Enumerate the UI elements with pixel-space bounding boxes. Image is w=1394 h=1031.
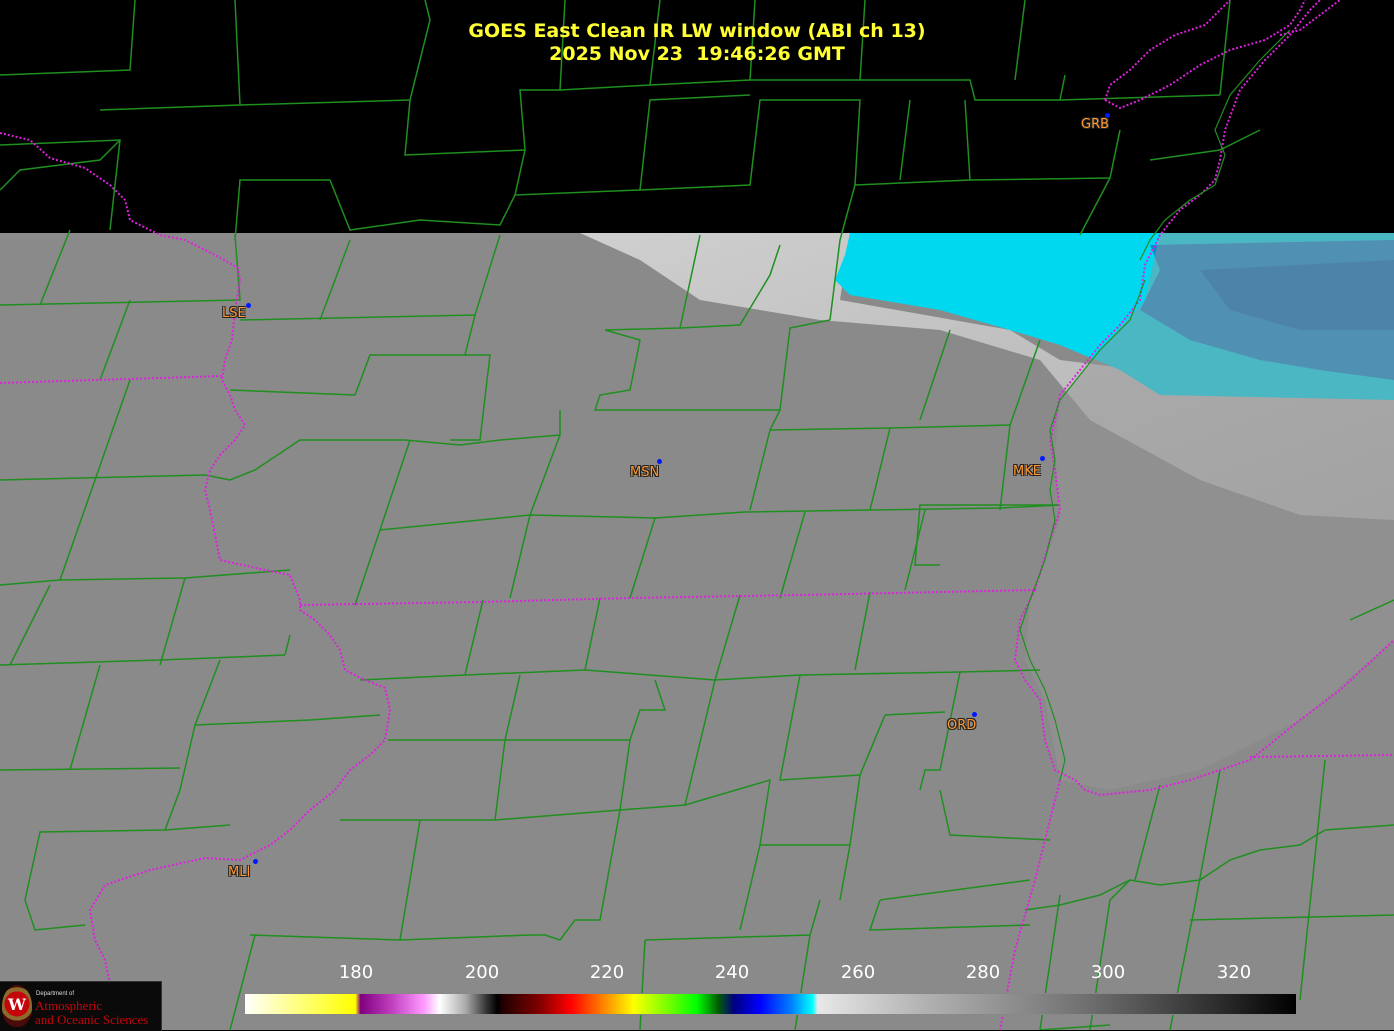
no-data-area [0, 0, 1394, 233]
colorbar-tick: 280 [965, 962, 1001, 983]
station-label-ord: ORD [947, 718, 977, 733]
aos-logo: W Department of Atmospheric and Oceanic … [0, 981, 162, 1031]
colorbar-tick: 220 [589, 962, 625, 983]
station-marker-mli [253, 859, 258, 864]
station-label-msn: MSN [630, 465, 660, 480]
station-marker-msn [657, 459, 662, 464]
colorbar-tick-labels: 180 200 220 240 260 280 300 320 [0, 962, 1394, 984]
colorbar-tick: 260 [840, 962, 876, 983]
station-label-mke: MKE [1013, 464, 1041, 479]
satellite-ir-map [0, 0, 1394, 1030]
temperature-colorbar [244, 993, 1297, 1015]
station-marker-mke [1040, 456, 1045, 461]
colorbar-tick: 300 [1090, 962, 1126, 983]
station-label-lse: LSE [222, 306, 246, 321]
colorbar-tick: 320 [1216, 962, 1252, 983]
station-label-grb: GRB [1081, 117, 1110, 132]
station-label-mli: MLI [228, 865, 251, 880]
station-marker-lse [246, 303, 251, 308]
logo-line-1: Atmospheric [35, 998, 103, 1013]
station-marker-ord [972, 712, 977, 717]
logo-department-text: Department of [36, 991, 75, 997]
uw-seal-icon: W [2, 985, 32, 1027]
colorbar-tick: 240 [714, 962, 750, 983]
colorbar-tick: 200 [464, 962, 500, 983]
logo-line-2: and Oceanic Sciences [35, 1012, 149, 1027]
colorbar-tick: 180 [338, 962, 374, 983]
